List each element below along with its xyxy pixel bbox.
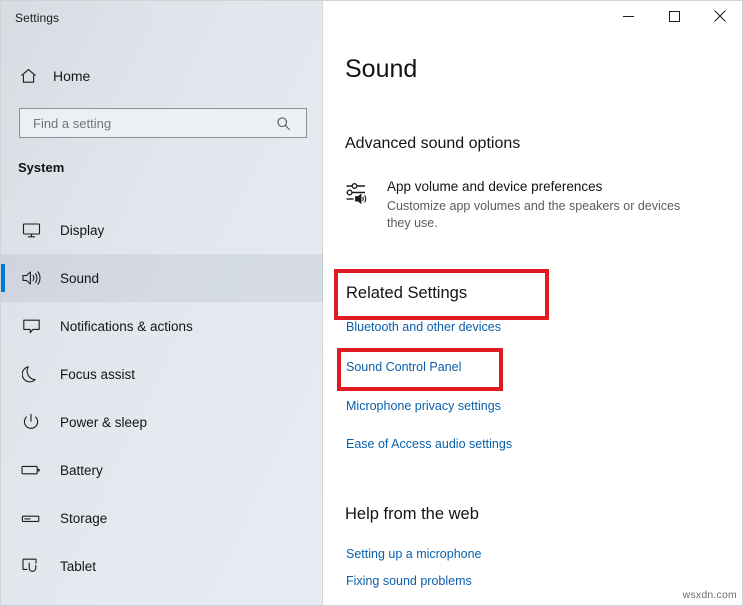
moon-icon	[19, 365, 43, 383]
monitor-icon	[19, 222, 43, 239]
settings-window: Settings H	[0, 0, 743, 606]
page-title: Sound	[345, 55, 417, 84]
tablet-icon	[19, 557, 43, 575]
link-microphone-privacy-settings[interactable]: Microphone privacy settings	[346, 399, 501, 413]
link-fixing-sound-problems[interactable]: Fixing sound problems	[346, 574, 472, 588]
link-bluetooth-and-other-devices[interactable]: Bluetooth and other devices	[346, 320, 501, 334]
sidebar-section-label: System	[18, 160, 64, 175]
sidebar-item-label: Tablet	[60, 559, 96, 574]
window-title: Settings	[15, 11, 59, 25]
sidebar-item-tablet[interactable]: Tablet	[1, 542, 323, 590]
sidebar-item-sound[interactable]: Sound	[1, 254, 323, 302]
sidebar-item-label: Notifications & actions	[60, 319, 193, 334]
sidebar-item-label: Power & sleep	[60, 415, 147, 430]
selection-indicator	[1, 360, 5, 388]
app-volume-title: App volume and device preferences	[387, 178, 705, 196]
sidebar-home-label: Home	[53, 68, 90, 84]
content-pane: Sound Advanced sound options App volume …	[324, 1, 743, 606]
sidebar-item-storage[interactable]: Storage	[1, 494, 323, 542]
link-sound-control-panel[interactable]: Sound Control Panel	[346, 360, 461, 374]
selection-indicator	[1, 312, 5, 340]
app-volume-text-block: App volume and device preferences Custom…	[387, 178, 705, 232]
close-button[interactable]	[697, 1, 743, 31]
selection-indicator	[1, 408, 5, 436]
sidebar-item-label: Focus assist	[60, 367, 135, 382]
sidebar-item-label: Display	[60, 223, 104, 238]
help-from-web-heading: Help from the web	[345, 505, 479, 524]
home-icon	[18, 68, 38, 84]
advanced-sound-options-heading: Advanced sound options	[345, 135, 520, 153]
minimize-button[interactable]	[605, 1, 651, 31]
link-ease-of-access-audio-settings[interactable]: Ease of Access audio settings	[346, 437, 512, 451]
watermark: wsxdn.com	[683, 589, 737, 601]
sidebar-item-label: Battery	[60, 463, 103, 478]
sidebar-item-notifications[interactable]: Notifications & actions	[1, 302, 323, 350]
maximize-button[interactable]	[651, 1, 697, 31]
search-box[interactable]	[19, 108, 307, 138]
sidebar-item-focus-assist[interactable]: Focus assist	[1, 350, 323, 398]
sidebar: Home System	[1, 1, 323, 606]
sidebar-nav-list: Display Sound	[1, 206, 323, 590]
sidebar-item-home[interactable]: Home	[1, 61, 323, 91]
selection-indicator	[1, 552, 5, 580]
selection-indicator	[1, 216, 5, 244]
battery-icon	[19, 463, 43, 477]
selection-indicator	[1, 264, 5, 292]
sidebar-item-display[interactable]: Display	[1, 206, 323, 254]
app-volume-preferences-item[interactable]: App volume and device preferences Custom…	[345, 178, 725, 232]
storage-icon	[19, 512, 43, 525]
search-input[interactable]	[31, 115, 269, 132]
related-settings-heading: Related Settings	[346, 284, 467, 303]
title-bar: Settings	[1, 1, 743, 39]
maximize-icon	[669, 11, 680, 22]
notification-icon	[19, 318, 43, 335]
power-icon	[19, 413, 43, 431]
audio-mixer-icon	[345, 178, 375, 232]
link-setting-up-a-microphone[interactable]: Setting up a microphone	[346, 547, 482, 561]
app-volume-description: Customize app volumes and the speakers o…	[387, 198, 705, 232]
close-icon	[714, 10, 726, 22]
sidebar-item-label: Storage	[60, 511, 107, 526]
speaker-icon	[19, 269, 43, 287]
sidebar-item-battery[interactable]: Battery	[1, 446, 323, 494]
selection-indicator	[1, 504, 5, 532]
search-icon[interactable]	[269, 116, 297, 131]
minimize-icon	[623, 11, 634, 22]
selection-indicator	[1, 456, 5, 484]
sidebar-item-power-sleep[interactable]: Power & sleep	[1, 398, 323, 446]
sidebar-item-label: Sound	[60, 271, 99, 286]
